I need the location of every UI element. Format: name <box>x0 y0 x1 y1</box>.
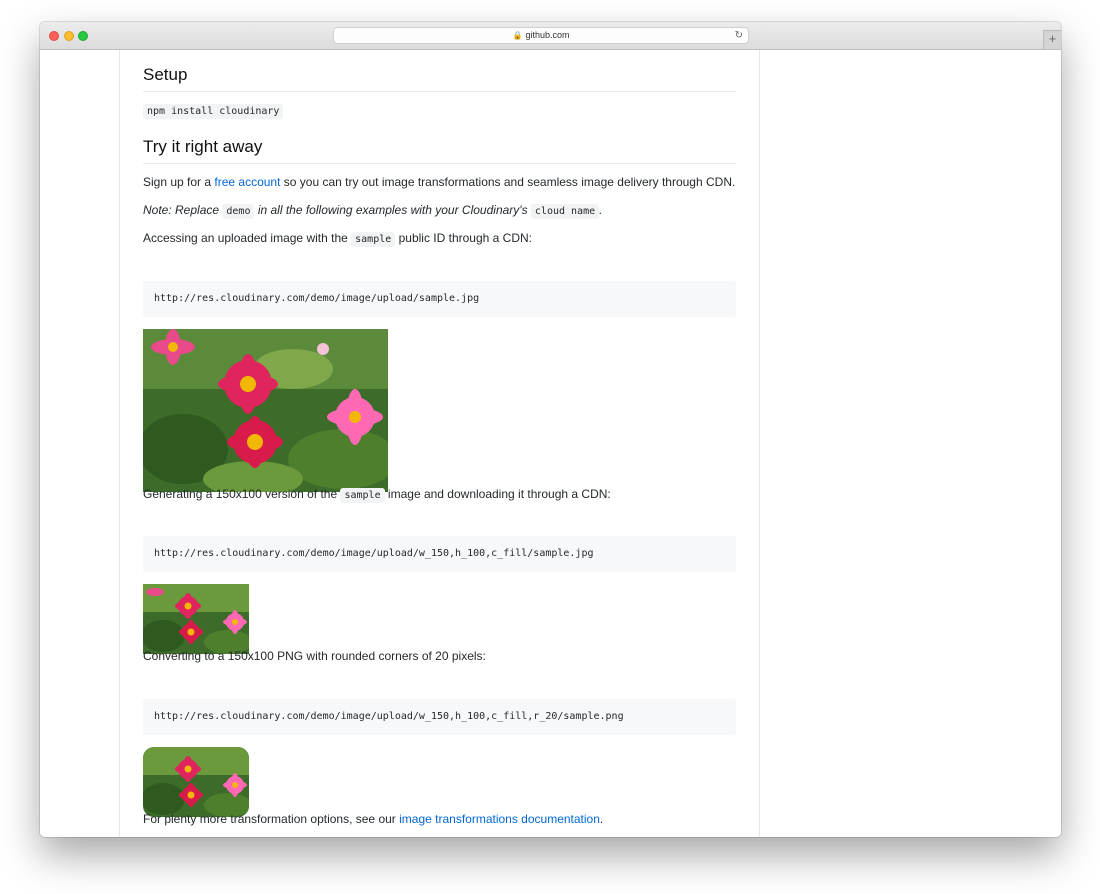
sidebar-divider <box>759 50 760 837</box>
generate-code-sample: sample <box>340 488 385 503</box>
signup-text-after: so you can try out image transformations… <box>280 175 736 189</box>
maximize-window-button[interactable] <box>78 31 88 41</box>
minimize-window-button[interactable] <box>64 31 74 41</box>
generate-text-before: Generating a 150x100 version of the <box>143 487 341 501</box>
note-text-after: . <box>599 203 603 217</box>
lock-icon: 🔒 <box>512 31 523 40</box>
signup-text-before: Sign up for a <box>143 175 215 189</box>
convert-paragraph: Converting to a 150x100 PNG with rounded… <box>143 649 486 663</box>
new-tab-button[interactable]: + <box>1043 30 1061 49</box>
sample-image-thumbnail[interactable] <box>143 584 249 654</box>
note-code-cloud-name: cloud name <box>530 204 600 219</box>
try-heading: Try it right away <box>143 137 736 164</box>
note-paragraph: Note: Replace demo in all the following … <box>143 202 602 220</box>
code-url-sample: http://res.cloudinary.com/demo/image/upl… <box>154 293 480 304</box>
sample-image-rounded[interactable] <box>143 747 249 817</box>
more-text-before: For plenty more transformation options, … <box>143 812 400 826</box>
install-paragraph: npm install cloudinary <box>143 102 284 120</box>
browser-window: 🔒 github.com ↻ + Setup npm install cloudi… <box>40 22 1061 837</box>
access-text-before: Accessing an uploaded image with the <box>143 231 352 245</box>
access-text-after: public ID through a CDN: <box>395 231 532 245</box>
signup-paragraph: Sign up for a free account so you can tr… <box>143 174 735 190</box>
code-block-rounded-url[interactable]: http://res.cloudinary.com/demo/image/upl… <box>143 699 736 735</box>
address-bar-url: github.com <box>525 30 570 40</box>
more-text-after: . <box>599 812 604 826</box>
install-command: npm install cloudinary <box>143 104 284 119</box>
generate-text-after: image and downloading it through a CDN: <box>384 487 611 501</box>
flower-thumbnail <box>143 584 249 654</box>
code-block-sample-url[interactable]: http://res.cloudinary.com/demo/image/upl… <box>143 281 736 317</box>
free-account-link[interactable]: free account <box>214 175 280 189</box>
code-url-rounded: http://res.cloudinary.com/demo/image/upl… <box>154 711 624 722</box>
close-window-button[interactable] <box>49 31 59 41</box>
access-paragraph: Accessing an uploaded image with the sam… <box>143 230 532 248</box>
note-text-before: Note: Replace <box>143 203 223 217</box>
note-text-middle: in all the following examples with your … <box>254 203 531 217</box>
browser-titlebar: 🔒 github.com ↻ + <box>40 22 1061 50</box>
code-block-resize-url[interactable]: http://res.cloudinary.com/demo/image/upl… <box>143 536 736 572</box>
flower-photo <box>143 329 388 492</box>
generate-paragraph: Generating a 150x100 version of the samp… <box>143 486 611 504</box>
page-content: Setup npm install cloudinary Try it righ… <box>40 50 1061 837</box>
note-code-demo: demo <box>222 204 255 219</box>
access-code-sample: sample <box>351 232 396 247</box>
plus-icon: + <box>1048 31 1057 46</box>
sample-image-full[interactable] <box>143 329 388 492</box>
code-url-resize: http://res.cloudinary.com/demo/image/upl… <box>154 548 594 559</box>
address-bar[interactable]: 🔒 github.com ↻ <box>333 27 749 44</box>
setup-heading: Setup <box>143 65 736 92</box>
content-left-border <box>119 50 120 837</box>
flower-rounded-thumbnail <box>143 747 249 817</box>
more-options-paragraph: For plenty more transformation options, … <box>143 811 603 827</box>
transformations-docs-link[interactable]: image transformations documentation <box>399 812 600 826</box>
reload-icon[interactable]: ↻ <box>735 28 743 43</box>
